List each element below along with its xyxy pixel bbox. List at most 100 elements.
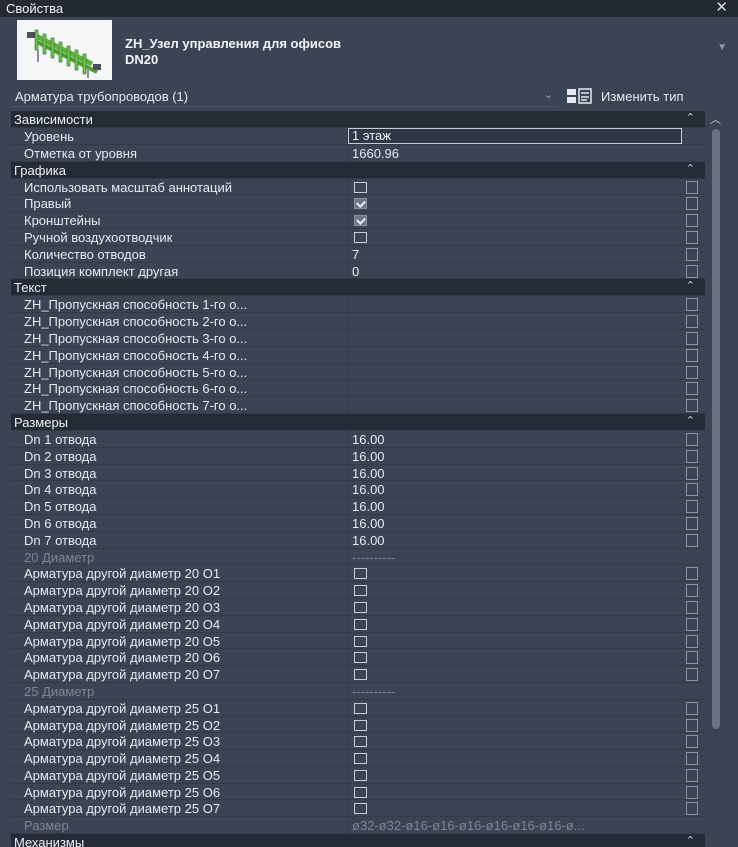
collapse-icon[interactable]: ⌃ <box>686 834 695 847</box>
property-checkbox[interactable] <box>354 753 367 765</box>
property-checkbox[interactable] <box>354 618 367 630</box>
column-divider <box>347 178 348 195</box>
property-checkbox[interactable] <box>354 181 367 193</box>
property-value[interactable]: 16.00 <box>352 499 682 514</box>
property-row: Арматура другой диаметр 25 О7 <box>11 800 705 818</box>
associate-parameter-checkbox[interactable] <box>686 785 698 799</box>
property-checkbox[interactable] <box>354 652 367 664</box>
property-name: ZH_Пропускная способность 5-го о... <box>24 364 248 380</box>
associate-parameter-checkbox[interactable] <box>686 214 698 228</box>
associate-parameter-checkbox[interactable] <box>686 298 698 312</box>
collapse-icon[interactable]: ⌃ <box>686 279 695 292</box>
associate-parameter-checkbox[interactable] <box>686 718 698 732</box>
property-checkbox[interactable] <box>354 786 367 798</box>
property-group-header[interactable]: Размеры ⌃ <box>11 413 705 431</box>
associate-parameter-checkbox[interactable] <box>686 600 698 614</box>
collapse-icon[interactable]: ⌃ <box>686 111 695 124</box>
property-row: Кронштейны <box>11 212 705 229</box>
property-checkbox[interactable] <box>354 769 367 781</box>
chevron-down-icon[interactable]: ▼ <box>717 42 727 53</box>
associate-parameter-checkbox[interactable] <box>686 567 698 581</box>
associate-parameter-checkbox[interactable] <box>686 247 698 261</box>
property-value[interactable]: 7 <box>352 247 682 262</box>
associate-parameter-checkbox[interactable] <box>686 768 698 782</box>
column-divider <box>347 346 348 363</box>
associate-parameter-checkbox[interactable] <box>686 701 698 715</box>
scrollbar-thumb[interactable] <box>712 129 720 729</box>
property-checkbox[interactable] <box>354 803 367 815</box>
property-value-input[interactable]: 1 этаж <box>348 128 682 144</box>
associate-parameter-checkbox[interactable] <box>686 752 698 766</box>
column-divider <box>347 716 348 733</box>
associate-parameter-checkbox[interactable] <box>686 315 698 329</box>
property-value[interactable]: 16.00 <box>352 533 682 548</box>
property-checkbox[interactable] <box>354 669 367 681</box>
property-row: Арматура другой диаметр 25 О6 <box>11 783 705 801</box>
property-row: 20 Диаметр ---------- <box>11 548 705 566</box>
property-name: ZH_Пропускная способность 1-го о... <box>24 297 248 313</box>
property-value[interactable]: 0 <box>352 264 682 279</box>
associate-parameter-checkbox[interactable] <box>686 651 698 665</box>
property-group-header[interactable]: Зависимости ⌃ <box>11 111 705 128</box>
column-divider <box>347 766 348 783</box>
property-group-header[interactable]: Текст ⌃ <box>11 279 705 297</box>
associate-parameter-checkbox[interactable] <box>686 348 698 362</box>
property-value[interactable]: 16.00 <box>352 449 682 464</box>
associate-parameter-checkbox[interactable] <box>686 516 698 530</box>
scroll-up-icon[interactable]: ︿ <box>710 111 721 127</box>
property-checkbox[interactable] <box>354 601 367 613</box>
associate-parameter-checkbox[interactable] <box>686 399 698 413</box>
associate-parameter-checkbox[interactable] <box>686 466 698 480</box>
associate-parameter-checkbox[interactable] <box>686 634 698 648</box>
property-checkbox[interactable] <box>354 585 367 597</box>
property-row: Арматура другой диаметр 25 О4 <box>11 750 705 767</box>
vertical-scrollbar[interactable]: ︿ <box>708 111 724 847</box>
property-checkbox[interactable] <box>354 231 367 243</box>
property-checkbox[interactable] <box>354 702 367 714</box>
close-icon[interactable]: ✕ <box>715 0 728 16</box>
associate-parameter-checkbox[interactable] <box>686 500 698 514</box>
column-divider <box>347 582 348 599</box>
associate-parameter-checkbox[interactable] <box>686 230 698 244</box>
chevron-down-icon[interactable]: ⌄ <box>544 88 553 101</box>
associate-parameter-checkbox[interactable] <box>686 264 698 278</box>
associate-parameter-checkbox[interactable] <box>686 584 698 598</box>
associate-parameter-checkbox[interactable] <box>686 483 698 497</box>
property-checkbox[interactable] <box>354 635 367 647</box>
property-checkbox[interactable] <box>354 568 367 580</box>
family-thumbnail <box>17 20 112 80</box>
property-value[interactable]: 16.00 <box>352 466 682 481</box>
property-value[interactable]: 1660.96 <box>352 146 682 161</box>
property-group-header[interactable]: Графика ⌃ <box>11 161 705 179</box>
edit-type-button[interactable]: Изменить тип <box>566 86 726 106</box>
property-checkbox[interactable] <box>354 198 367 210</box>
type-selector[interactable]: ZH_Узел управления для офисов DN20 ▼ <box>11 18 729 84</box>
associate-parameter-checkbox[interactable] <box>686 802 698 816</box>
property-value[interactable]: 16.00 <box>352 516 682 531</box>
column-divider <box>347 666 348 683</box>
property-name: Арматура другой диаметр 20 О4 <box>24 616 221 632</box>
associate-parameter-checkbox[interactable] <box>686 180 698 194</box>
property-name: Dn 3 отвода <box>24 465 97 481</box>
properties-grid: Зависимости ⌃ Уровень 1 этаж Отметка от уров… <box>11 111 705 847</box>
collapse-icon[interactable]: ⌃ <box>686 162 695 175</box>
associate-parameter-checkbox[interactable] <box>686 449 698 463</box>
associate-parameter-checkbox[interactable] <box>686 331 698 345</box>
property-value[interactable]: 16.00 <box>352 432 682 447</box>
property-checkbox[interactable] <box>354 719 367 731</box>
property-name: Dn 2 отвода <box>24 448 97 464</box>
property-group-header[interactable]: Механизмы ⌃ <box>11 834 705 847</box>
associate-parameter-checkbox[interactable] <box>686 382 698 396</box>
property-checkbox[interactable] <box>354 736 367 748</box>
associate-parameter-checkbox[interactable] <box>686 197 698 211</box>
property-checkbox[interactable] <box>354 215 367 227</box>
associate-parameter-checkbox[interactable] <box>686 735 698 749</box>
associate-parameter-checkbox[interactable] <box>686 432 698 446</box>
associate-parameter-checkbox[interactable] <box>686 668 698 682</box>
instance-filter-dropdown[interactable]: Арматура трубопроводов (1) ⌄ <box>11 86 559 107</box>
collapse-icon[interactable]: ⌃ <box>686 414 695 427</box>
property-value[interactable]: 16.00 <box>352 482 682 497</box>
associate-parameter-checkbox[interactable] <box>686 365 698 379</box>
associate-parameter-checkbox[interactable] <box>686 533 698 547</box>
associate-parameter-checkbox[interactable] <box>686 617 698 631</box>
